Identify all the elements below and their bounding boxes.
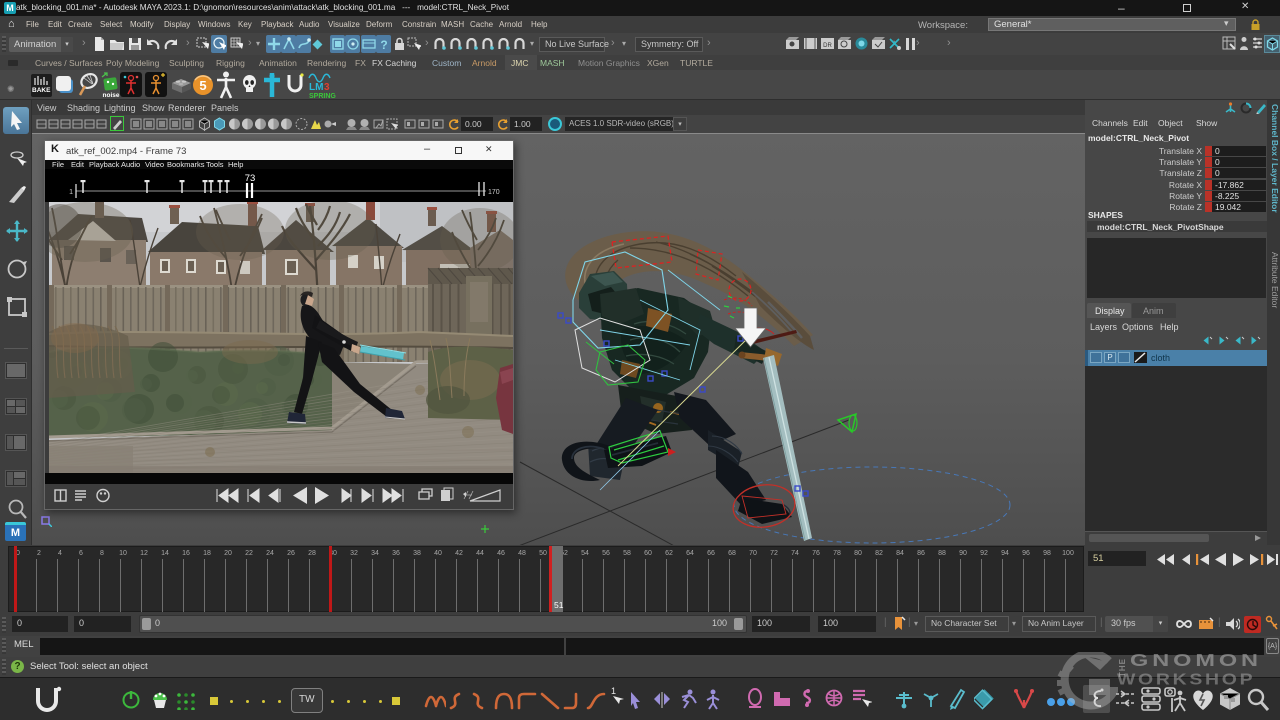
svg-text:48: 48: [518, 550, 526, 557]
svg-text:44: 44: [476, 550, 484, 557]
svg-text:50: 50: [539, 550, 547, 557]
svg-text:66: 66: [707, 550, 715, 557]
svg-text:20: 20: [224, 550, 232, 557]
svg-text:80: 80: [854, 550, 862, 557]
svg-text:51: 51: [554, 600, 564, 610]
svg-text:54: 54: [581, 550, 589, 557]
svg-text:68: 68: [728, 550, 736, 557]
svg-text:64: 64: [686, 550, 694, 557]
svg-text:22: 22: [245, 550, 253, 557]
svg-text:SPRING: SPRING: [309, 93, 336, 99]
svg-text:28: 28: [308, 550, 316, 557]
svg-text:94: 94: [1001, 550, 1009, 557]
svg-text:3: 3: [324, 82, 330, 93]
svg-text:73: 73: [245, 173, 256, 184]
svg-text:1: 1: [611, 686, 616, 696]
svg-text:40: 40: [434, 550, 442, 557]
svg-text:98: 98: [1043, 550, 1051, 557]
svg-text:60: 60: [644, 550, 652, 557]
svg-text:32: 32: [350, 550, 358, 557]
svg-text:LM: LM: [309, 82, 323, 93]
svg-text:76: 76: [812, 550, 820, 557]
svg-text:56: 56: [602, 550, 610, 557]
svg-text:170: 170: [488, 189, 500, 196]
svg-text:?: ?: [380, 38, 387, 51]
svg-text:58: 58: [623, 550, 631, 557]
svg-text:36: 36: [392, 550, 400, 557]
svg-text:42: 42: [455, 550, 463, 557]
svg-text:92: 92: [980, 550, 988, 557]
svg-text:72: 72: [770, 550, 778, 557]
svg-text:DR: DR: [823, 43, 832, 49]
svg-text:86: 86: [917, 550, 925, 557]
svg-text:noise: noise: [103, 92, 120, 98]
svg-text:46: 46: [497, 550, 505, 557]
svg-text:14: 14: [161, 550, 169, 557]
svg-text:6: 6: [79, 550, 83, 557]
svg-text:96: 96: [1022, 550, 1030, 557]
svg-text:26: 26: [287, 550, 295, 557]
svg-text:62: 62: [665, 550, 673, 557]
svg-text:70: 70: [749, 550, 757, 557]
svg-text:100: 100: [1062, 550, 1074, 557]
svg-text:88: 88: [938, 550, 946, 557]
svg-text:38: 38: [413, 550, 421, 557]
svg-text:8: 8: [100, 550, 104, 557]
svg-text:24: 24: [266, 550, 274, 557]
svg-text:1: 1: [69, 189, 73, 196]
svg-text:84: 84: [896, 550, 904, 557]
svg-text:16: 16: [182, 550, 190, 557]
svg-text:90: 90: [959, 550, 967, 557]
svg-text:74: 74: [791, 550, 799, 557]
svg-text:12: 12: [140, 550, 148, 557]
svg-text:82: 82: [875, 550, 883, 557]
svg-text:2: 2: [37, 550, 41, 557]
svg-text:34: 34: [371, 550, 379, 557]
svg-text:10: 10: [119, 550, 127, 557]
svg-text:18: 18: [203, 550, 211, 557]
svg-text:78: 78: [833, 550, 841, 557]
svg-text:4: 4: [58, 550, 62, 557]
svg-text:5: 5: [199, 78, 206, 93]
